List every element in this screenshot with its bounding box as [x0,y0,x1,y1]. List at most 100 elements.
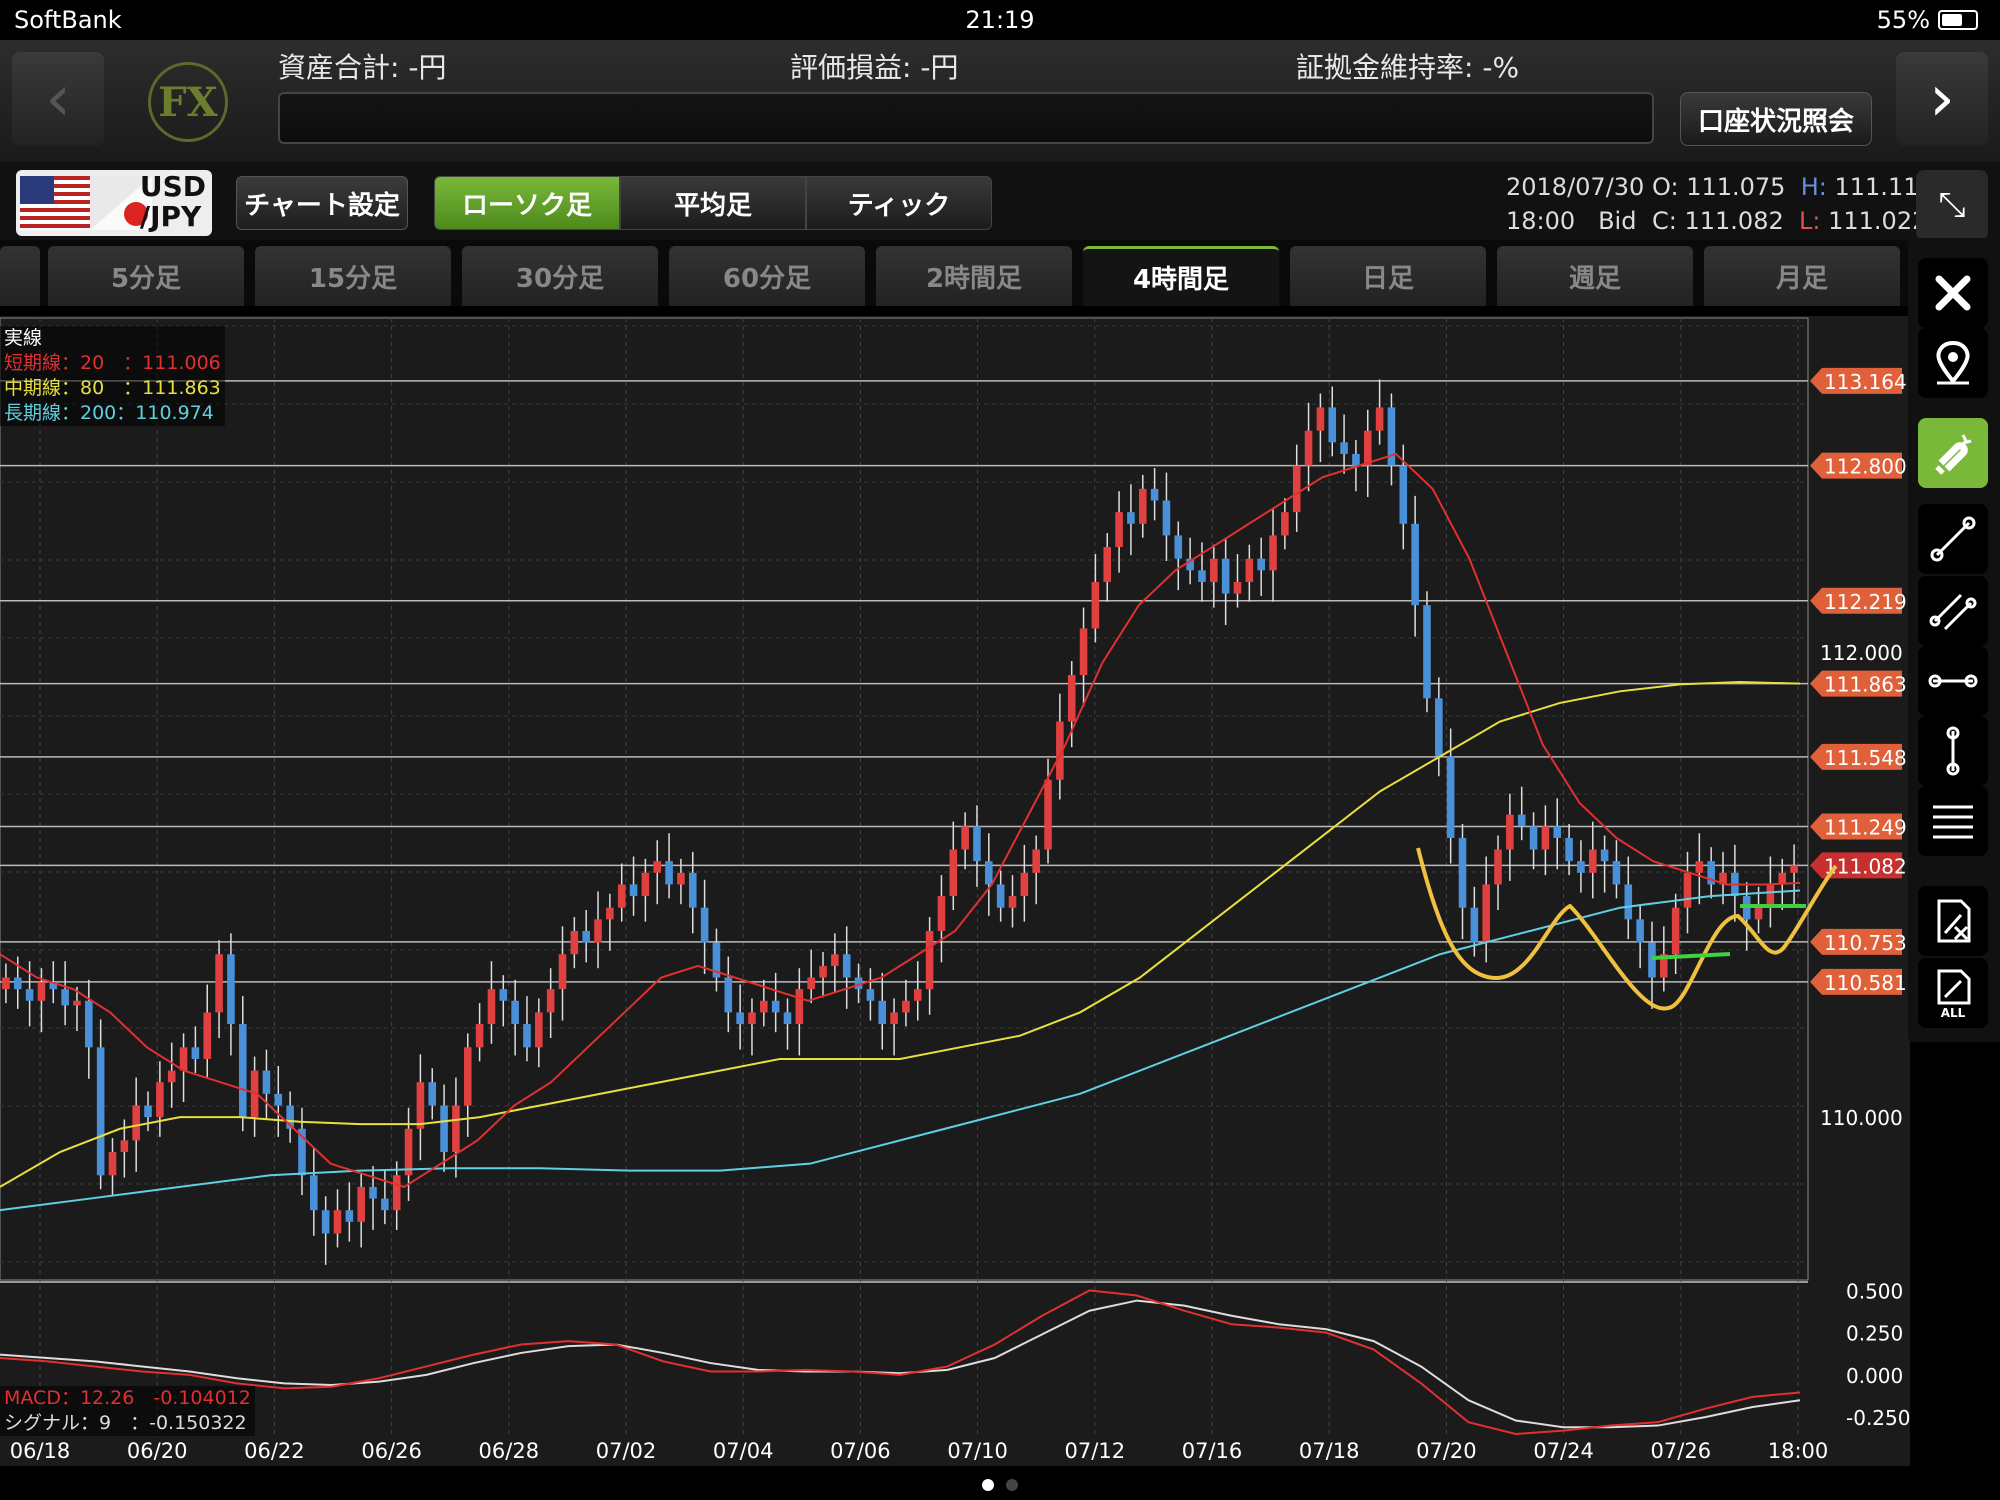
base-currency: USD [139,170,206,203]
horizontal-line-tool-button[interactable] [1918,646,1988,716]
candle-body [108,1152,117,1176]
forward-button[interactable]: › [1896,52,1988,146]
tab-timeframe-8[interactable]: 月足 [1704,246,1900,306]
candle-body [132,1105,140,1141]
page-indicator [0,1470,2000,1500]
candle-body [653,861,662,873]
currency-pair-selector[interactable]: USD/JPY [16,170,212,236]
candle-body [594,919,602,943]
x-tick-label: 07/24 [1533,1439,1594,1463]
low-label: L: [1799,207,1821,235]
candle-body [1624,884,1633,920]
app-header: ‹ FX 資産合計: -円 評価損益: -円 証拠金維持率: -% 口座状況照会… [0,40,2000,162]
candle-body [677,872,685,885]
parallel-line-icon [1929,593,1977,631]
chart-type-2[interactable]: ティック [806,176,992,230]
candle-body [996,884,1005,908]
back-button[interactable]: ‹ [12,52,104,146]
candle-body [463,1047,472,1106]
x-tick-label: 07/26 [1651,1439,1712,1463]
candle-body [85,1000,93,1048]
candle-body [1435,698,1443,757]
page-dot[interactable] [1006,1479,1018,1491]
parallel-line-tool-button[interactable] [1918,576,1988,646]
tab-timeframe-3[interactable]: 60分足 [669,246,865,306]
candle-body [1304,430,1313,466]
chart-type-1[interactable]: 平均足 [620,176,806,230]
tab-timeframe-2[interactable]: 30分足 [462,246,658,306]
candle-body [925,930,934,990]
battery-level [1942,14,1962,26]
fx-logo: FX [148,62,228,142]
battery-indicator: 55% [1877,6,1978,34]
magnet-tool-button[interactable] [1918,418,1988,488]
candle-body [440,1105,448,1153]
candle-body [321,1210,330,1234]
delete-drawing-tool-button[interactable] [1918,886,1988,956]
candle-body [1375,407,1384,431]
candle-body [156,1082,164,1118]
candle-body [783,1012,792,1025]
candle-body [570,930,579,955]
candle-body [1210,558,1218,582]
price-tag-label: 111.863 [1824,673,1907,697]
close-value: 111.082 [1684,207,1784,235]
candle-body [333,1210,342,1234]
candle-body [227,954,235,1025]
price-tag-label: 112.800 [1824,455,1907,479]
page-dot[interactable] [982,1479,994,1491]
candle-body [1529,826,1538,850]
candle-body [1127,512,1135,524]
candle-body [452,1105,460,1153]
candle-body [890,1012,898,1025]
tab-timeframe-4[interactable]: 2時間足 [876,246,1072,306]
x-tick-label: 07/04 [713,1439,774,1463]
candle-body [1032,849,1040,873]
candle-body [310,1175,318,1211]
x-tick-label: 07/10 [947,1439,1008,1463]
tab-timeframe-5[interactable]: 4時間足 [1083,246,1279,306]
price-chart[interactable]: 06/18 06/20 06/22 06/26 06/28 07/02 07/04 07/06… [0,316,1910,1466]
close-label: C: [1652,207,1677,235]
mid-ma-line [0,681,1801,1188]
fib-lines-tool-button[interactable] [1918,786,1988,856]
candle-body [1565,837,1573,862]
pin-tool-button[interactable] [1918,328,1988,398]
candle-body [1577,861,1585,873]
candle-body [1695,861,1704,873]
candle-body [13,977,22,990]
tab-timeframe-1[interactable]: 15分足 [255,246,451,306]
chart-settings-button[interactable]: チャート設定 [236,176,408,230]
candle-body [819,965,827,978]
candle-body [73,1000,81,1006]
candle-body [1020,872,1029,897]
tab-timeframe-6[interactable]: 日足 [1290,246,1486,306]
candle-body [535,1012,543,1048]
quote-datetime: 2018/07/30 18:00 Bid [1506,170,1644,238]
candle-body [1008,896,1017,908]
candle-body [2,977,10,990]
candle-body [582,930,590,943]
candle-body [606,907,614,920]
horizontal-line-icon [1928,674,1978,688]
tab-timeframe-7[interactable]: 週足 [1497,246,1693,306]
timeframe-tabs: 5分足 15分足 30分足 60分足 2時間足 4時間足 日足 週足 月足 [0,240,1910,306]
chart-canvas[interactable]: 06/18 06/20 06/22 06/26 06/28 07/02 07/04 07/06… [0,316,1910,1466]
delete-all-tool-button[interactable]: ALL [1918,958,1988,1028]
close-tool-button[interactable] [1918,258,1988,328]
quote-currency: /JPY [139,200,202,233]
macd-tick-label: 0.250 [1846,1322,1903,1346]
total-assets: 資産合計: -円 [278,51,447,84]
shrink-button[interactable]: ⤡ [1916,170,1988,240]
candle-body [1790,865,1798,873]
candle-body [985,861,993,885]
legend-macd: MACD：12.26 -0.104012 [4,1387,251,1409]
candle-body [1352,453,1360,466]
price-tag-label: 113.164 [1824,370,1907,394]
account-status-button[interactable]: 口座状況照会 [1680,92,1872,146]
quote-time: 18:00 [1506,207,1576,235]
vertical-line-tool-button[interactable] [1918,716,1988,786]
chart-type-0[interactable]: ローソク足 [434,176,620,230]
trend-line-tool-button[interactable] [1918,504,1988,574]
tab-timeframe-0[interactable]: 5分足 [48,246,244,306]
